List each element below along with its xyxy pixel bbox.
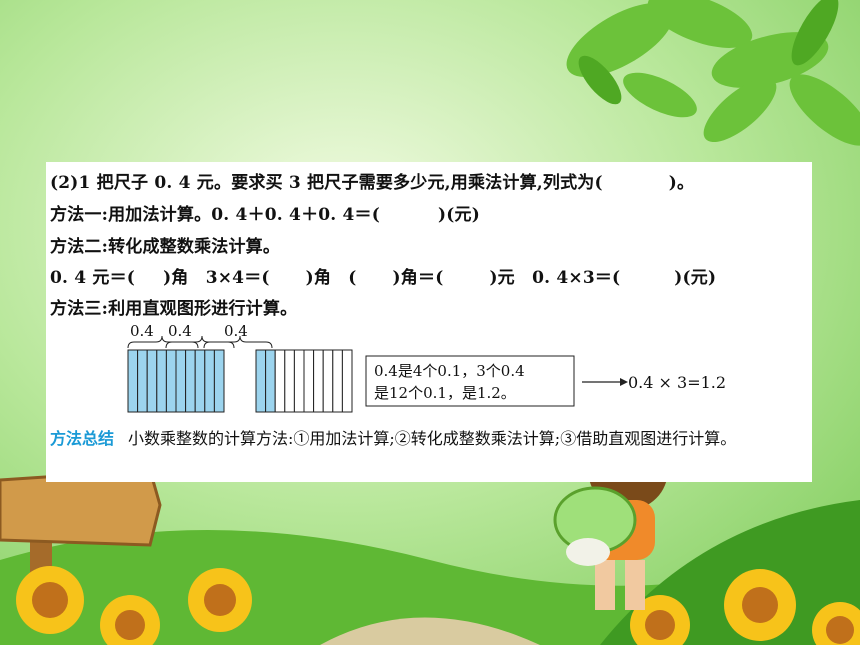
strip [332,349,343,413]
strip [255,349,267,413]
strip [185,349,196,413]
method-one-unit: )(元) [438,205,480,225]
summary-text: 小数乘整数的计算方法:①用加法计算;②转化成整数乘法计算;③借助直观图进行计算。 [128,429,737,448]
bracket-label: 0.4 [168,322,192,340]
strip [293,349,305,413]
strip [322,349,334,413]
method-two-unit: )(元) [674,268,717,288]
strip [146,349,158,413]
method-three-title: 方法三:利用直观图形进行计算。 [50,299,298,319]
method-two-text: )元 0. 4×3＝( [489,268,621,288]
strip [313,349,324,413]
strip [303,349,315,413]
method-one-text: 方法一:用加法计算。0. 4＋0. 4＋0. 4＝( [50,205,381,225]
strip [204,349,215,413]
worksheet-card: (2)1 把尺子 0. 4 元。要求买 3 把尺子需要多少元,用乘法计算,列式为… [46,162,812,482]
strip [194,349,206,413]
strip [127,349,139,413]
question-text-end: )。 [668,173,695,193]
strip-group [127,349,353,413]
strip [274,349,286,413]
strip [175,349,187,413]
method-two-text: 0. 4 元＝( [50,268,136,288]
strip [213,349,225,413]
method-two-title: 方法二:转化成整数乘法计算。 [50,237,281,257]
strip [341,349,353,413]
explanation-line-2: 是12个0.1，是1.2。 [374,384,516,402]
strip [165,349,177,413]
result-text: 0.4 × 3=1.2 [628,373,726,392]
strip [156,349,167,413]
bracket-label: 0.4 [130,322,154,340]
method-two-text: )角 ( [305,268,357,288]
method-one-line: 方法一:用加法计算。0. 4＋0. 4＋0. 4＝( )(元) [50,200,480,225]
question-text: (2)1 把尺子 0. 4 元。要求买 3 把尺子需要多少元,用乘法计算,列式为… [50,173,603,193]
question-line: (2)1 把尺子 0. 4 元。要求买 3 把尺子需要多少元,用乘法计算,列式为… [50,168,694,193]
method-summary: 方法总结 小数乘整数的计算方法:①用加法计算;②转化成整数乘法计算;③借助直观图进… [50,424,808,454]
summary-title: 方法总结 [50,429,115,448]
strip [265,349,276,413]
strip [137,349,148,413]
strip-figure: 0.4 0.4 0.4 0.4是4个0.1，3个0.4 是12个0.1，是1.2… [46,322,812,422]
method-two-line: 0. 4 元＝( )角 3×4＝( )角 ( )角＝( )元 0. 4×3＝( )(元) [50,263,716,288]
explanation-line-1: 0.4是4个0.1，3个0.4 [374,362,525,380]
bracket-label: 0.4 [224,322,248,340]
method-two-text: )角 3×4＝( [163,268,270,288]
method-two-text: )角＝( [392,268,444,288]
strip [284,349,295,413]
arrow-head-icon [620,378,628,386]
